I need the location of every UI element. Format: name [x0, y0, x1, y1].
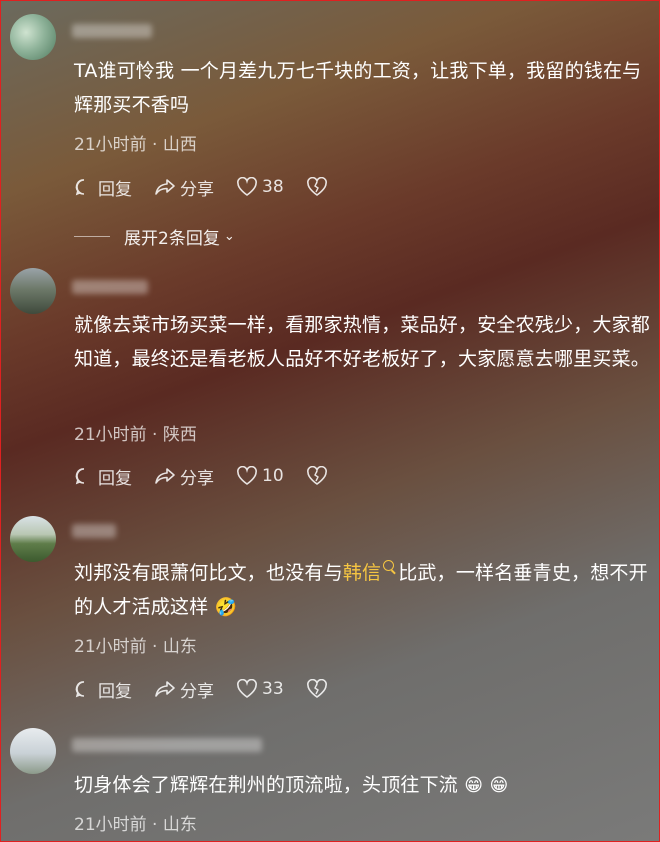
share-button[interactable]: 分享: [154, 677, 214, 702]
reply-button[interactable]: 回复: [74, 175, 132, 200]
username-blurred[interactable]: [72, 524, 116, 538]
username-blurred[interactable]: [72, 738, 262, 752]
comment-meta: 21小时前 · 山东: [74, 810, 197, 835]
comment-time: 21小时前: [74, 815, 147, 835]
reply-button[interactable]: 回复: [74, 677, 132, 702]
comment-location: 山东: [162, 815, 197, 835]
comment-actions: 回复 分享 33: [74, 676, 354, 702]
like-button[interactable]: 38: [236, 177, 284, 197]
comment-location: 山东: [162, 637, 197, 657]
heart-icon: [237, 177, 257, 196]
dislike-button[interactable]: [306, 679, 332, 699]
laughing-emoji: 🤣: [214, 597, 238, 618]
comment-text: TA谁可怜我 一个月差九万七千块的工资，让我下单，我留的钱在与辉那买不香吗: [74, 60, 642, 116]
grin-emoji: 😁: [489, 775, 509, 796]
comment-text: 切身体会了辉辉在荆州的顶流啦，头顶往下流 😁 😁: [74, 768, 654, 803]
like-button[interactable]: 33: [236, 679, 284, 699]
expand-replies-label: 展开2条回复: [124, 229, 220, 249]
expand-replies-button[interactable]: 展开2条回复 ⌄: [74, 224, 235, 249]
dislike-button[interactable]: [306, 466, 332, 486]
share-icon: [155, 681, 175, 697]
reply-icon: [75, 179, 85, 196]
comment-time: 21小时前: [74, 425, 147, 445]
share-icon: [155, 179, 175, 195]
comment-actions: 回复 分享 10: [74, 463, 354, 489]
meta-separator: ·: [152, 425, 158, 445]
username-blurred[interactable]: [72, 280, 148, 294]
broken-heart-icon: [306, 679, 327, 698]
search-link[interactable]: 韩信: [343, 562, 381, 584]
comment-location: 山西: [162, 135, 197, 155]
meta-separator: ·: [152, 135, 158, 155]
comment-text: 刘邦没有跟萧何比文，也没有与韩信 比武，一样名垂青史，想不开的人才活成这样 🤣: [74, 556, 654, 625]
broken-heart-icon: [306, 466, 327, 485]
share-label: 分享: [180, 681, 214, 702]
like-count: 33: [262, 679, 284, 699]
share-label: 分享: [180, 468, 214, 489]
grin-emoji: 😁: [464, 775, 484, 796]
comment-meta: 21小时前 · 山东: [74, 632, 197, 657]
reply-label: 回复: [98, 179, 132, 200]
search-icon[interactable]: [383, 560, 395, 571]
avatar[interactable]: [10, 14, 56, 60]
share-icon: [155, 468, 175, 484]
comment-meta: 21小时前 · 陕西: [74, 420, 197, 445]
comment-location: 陕西: [162, 425, 197, 445]
dislike-button[interactable]: [306, 177, 332, 197]
meta-separator: ·: [152, 815, 158, 835]
username-blurred[interactable]: [72, 24, 152, 38]
comment-text: 就像去菜市场买菜一样，看那家热情，菜品好，安全农残少，大家都知道，最终还是看老板…: [74, 314, 651, 370]
heart-icon: [237, 466, 257, 485]
reply-button[interactable]: 回复: [74, 464, 132, 489]
like-count: 38: [262, 177, 284, 197]
divider-line: [74, 236, 110, 237]
reply-icon: [75, 681, 85, 698]
avatar[interactable]: [10, 516, 56, 562]
comment-text-part: 刘邦没有跟萧何比文，也没有与: [74, 562, 343, 584]
like-button[interactable]: 10: [236, 466, 284, 486]
comment-text-part: 切身体会了辉辉在荆州的顶流啦，头顶往下流: [74, 774, 459, 796]
meta-separator: ·: [152, 637, 158, 657]
comment-meta: 21小时前 · 山西: [74, 130, 197, 155]
share-button[interactable]: 分享: [154, 464, 214, 489]
comment-time: 21小时前: [74, 637, 147, 657]
reply-label: 回复: [98, 468, 132, 489]
reply-icon: [75, 468, 85, 485]
comment-actions: 回复 分享 38: [74, 174, 354, 200]
avatar[interactable]: [10, 728, 56, 774]
comment-time: 21小时前: [74, 135, 147, 155]
share-button[interactable]: 分享: [154, 175, 214, 200]
heart-icon: [237, 679, 257, 698]
reply-label: 回复: [98, 681, 132, 702]
share-label: 分享: [180, 179, 214, 200]
broken-heart-icon: [306, 177, 327, 196]
chevron-down-icon: ⌄: [223, 229, 235, 244]
avatar[interactable]: [10, 268, 56, 314]
like-count: 10: [262, 466, 284, 486]
